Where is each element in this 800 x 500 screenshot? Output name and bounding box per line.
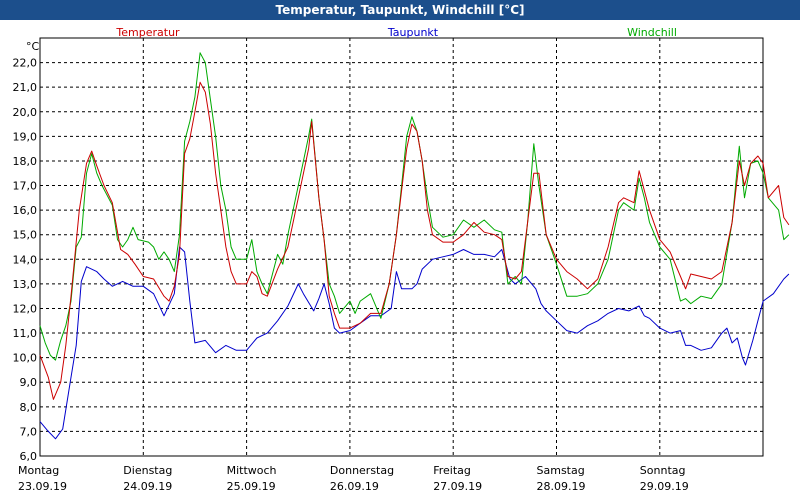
x-date-label: 23.09.19	[18, 480, 67, 493]
y-tick-label: 17,0	[13, 180, 38, 193]
x-day-label: Montag	[18, 464, 59, 477]
line-chart: 6,0 7,0 8,0 9,0 10,0 11,0 12,0 13,0 14,0 15,0 16,0…	[13, 26, 790, 493]
y-tick-label: 13,0	[13, 278, 38, 291]
y-tick-label: 16,0	[13, 204, 38, 217]
y-tick-label: 11,0	[13, 327, 38, 340]
chart-area: 6,0 7,0 8,0 9,0 10,0 11,0 12,0 13,0 14,0 15,0 16,0…	[0, 20, 800, 500]
y-tick-label: 12,0	[13, 302, 38, 315]
y-tick-label: 18,0	[13, 155, 38, 168]
series-windchill	[39, 52, 790, 361]
x-day-label: Donnerstag	[330, 464, 394, 477]
x-day-label: Dienstag	[123, 464, 172, 477]
legend-taupunkt: Taupunkt	[387, 26, 439, 39]
x-date-label: 29.09.19	[640, 480, 689, 493]
x-date-label: 25.09.19	[227, 480, 276, 493]
y-tick-label: 22,0	[13, 57, 38, 70]
x-day-label: Freitag	[433, 464, 471, 477]
legend-temperatur: Temperatur	[115, 26, 180, 39]
x-day-label: Sonntag	[640, 464, 686, 477]
y-tick-label: 10,0	[13, 352, 38, 365]
y-tick-label: 21,0	[13, 81, 38, 94]
y-tick-label: 9,0	[20, 376, 38, 389]
x-date-label: 26.09.19	[330, 480, 379, 493]
y-tick-label: 14,0	[13, 253, 38, 266]
chart-title: Temperatur, Taupunkt, Windchill [°C]	[0, 0, 800, 20]
series-temperatur	[39, 81, 790, 400]
series-taupunkt	[39, 246, 790, 440]
x-date-label: 24.09.19	[123, 480, 172, 493]
y-tick-label: 7,0	[20, 425, 38, 438]
legend-windchill: Windchill	[627, 26, 677, 39]
x-day-label: Samstag	[537, 464, 585, 477]
y-tick-label: 19,0	[13, 130, 38, 143]
x-day-label: Mittwoch	[227, 464, 277, 477]
plot-border	[39, 37, 764, 457]
y-tick-label: 15,0	[13, 229, 38, 242]
y-unit-label: °C	[26, 40, 40, 53]
y-tick-label: 8,0	[20, 401, 38, 414]
x-date-label: 27.09.19	[433, 480, 482, 493]
y-tick-label: 6,0	[20, 450, 38, 463]
y-tick-label: 20,0	[13, 106, 38, 119]
x-date-label: 28.09.19	[537, 480, 586, 493]
